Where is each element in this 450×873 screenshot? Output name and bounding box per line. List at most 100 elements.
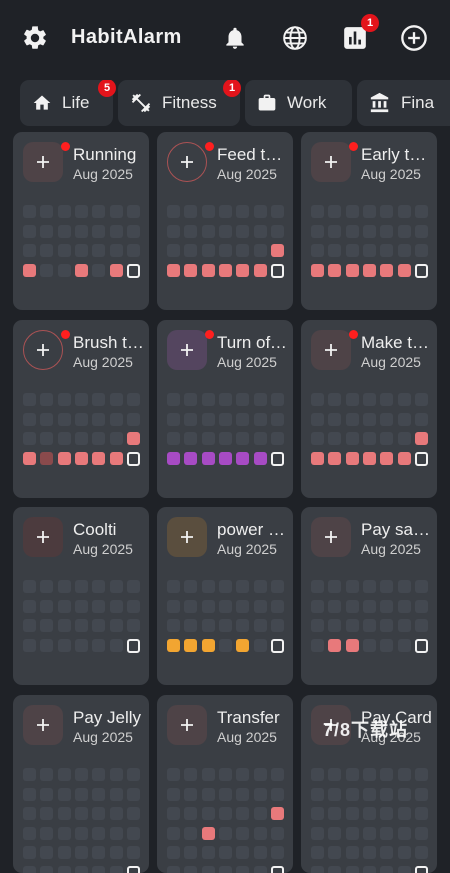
empty-cell: [346, 827, 359, 840]
empty-cell: [23, 580, 36, 593]
empty-cell: [219, 866, 232, 873]
done-cell: [202, 264, 215, 277]
empty-cell: [92, 393, 105, 406]
empty-cell: [58, 205, 71, 218]
settings-gear-icon[interactable]: [19, 22, 51, 54]
habit-card[interactable]: power napAug 2025: [157, 507, 293, 685]
tab-work[interactable]: Work: [245, 80, 352, 126]
habit-card[interactable]: Turn off lightsAug 2025: [157, 320, 293, 498]
empty-cell: [23, 639, 36, 652]
add-check-icon[interactable]: [311, 517, 351, 557]
today-cell: [271, 264, 284, 278]
empty-cell: [75, 827, 88, 840]
empty-cell: [75, 807, 88, 820]
empty-cell: [254, 600, 267, 613]
empty-cell: [58, 264, 71, 277]
empty-cell: [58, 639, 71, 652]
bell-icon[interactable]: [219, 22, 251, 54]
add-check-icon[interactable]: [311, 142, 351, 182]
empty-cell: [110, 827, 123, 840]
empty-cell: [219, 244, 232, 257]
empty-cell: [92, 580, 105, 593]
empty-cell: [363, 432, 376, 445]
empty-cell: [110, 413, 123, 426]
habit-card[interactable]: TransferAug 2025: [157, 695, 293, 873]
empty-cell: [110, 393, 123, 406]
empty-cell: [346, 846, 359, 859]
empty-cell: [40, 393, 53, 406]
empty-cell: [58, 580, 71, 593]
add-circle-icon[interactable]: [398, 22, 430, 54]
empty-cell: [236, 225, 249, 238]
empty-cell: [415, 600, 428, 613]
habit-card[interactable]: Early to bedAug 2025: [301, 132, 437, 310]
tab-life[interactable]: Life 5: [20, 80, 113, 126]
done-cell: [311, 452, 324, 465]
empty-cell: [58, 619, 71, 632]
add-check-icon[interactable]: [167, 517, 207, 557]
empty-cell: [40, 244, 53, 257]
empty-cell: [23, 827, 36, 840]
done-cell: [92, 452, 105, 465]
empty-cell: [254, 639, 267, 652]
empty-cell: [380, 846, 393, 859]
empty-cell: [271, 846, 284, 859]
habit-card[interactable]: RunningAug 2025: [13, 132, 149, 310]
empty-cell: [58, 866, 71, 873]
add-check-icon[interactable]: [23, 330, 63, 370]
empty-cell: [398, 619, 411, 632]
empty-cell: [167, 432, 180, 445]
add-check-icon[interactable]: [167, 142, 207, 182]
empty-cell: [23, 225, 36, 238]
empty-cell: [23, 788, 36, 801]
habit-card[interactable]: Brush teethAug 2025: [13, 320, 149, 498]
habit-title: Make the bed: [361, 333, 433, 353]
habit-card[interactable]: Feed the catAug 2025: [157, 132, 293, 310]
empty-cell: [92, 432, 105, 445]
habit-card[interactable]: CooltiAug 2025: [13, 507, 149, 685]
done-cell: [398, 452, 411, 465]
empty-cell: [202, 393, 215, 406]
reminder-dot: [61, 142, 70, 151]
empty-cell: [363, 807, 376, 820]
empty-cell: [328, 619, 341, 632]
globe-icon[interactable]: [279, 22, 311, 54]
today-cell: [127, 452, 140, 466]
done-cell: [58, 452, 71, 465]
add-check-icon[interactable]: [167, 330, 207, 370]
empty-cell: [127, 788, 140, 801]
empty-cell: [202, 788, 215, 801]
empty-cell: [380, 600, 393, 613]
add-check-icon[interactable]: [311, 330, 351, 370]
add-check-icon[interactable]: [23, 705, 63, 745]
habit-month: Aug 2025: [73, 354, 133, 370]
empty-cell: [127, 846, 140, 859]
empty-cell: [254, 788, 267, 801]
empty-cell: [40, 866, 53, 873]
add-check-icon[interactable]: [23, 142, 63, 182]
empty-cell: [40, 619, 53, 632]
empty-cell: [110, 580, 123, 593]
tab-finance[interactable]: Fina: [357, 80, 450, 126]
habit-card[interactable]: Pay JellyAug 2025: [13, 695, 149, 873]
empty-cell: [202, 619, 215, 632]
empty-cell: [92, 225, 105, 238]
done-cell: [363, 452, 376, 465]
empty-cell: [236, 580, 249, 593]
done-cell: [254, 452, 267, 465]
empty-cell: [346, 205, 359, 218]
habit-card[interactable]: Pay salaryAug 2025: [301, 507, 437, 685]
empty-cell: [58, 600, 71, 613]
tab-fitness[interactable]: Fitness 1: [118, 80, 240, 126]
today-cell: [127, 264, 140, 278]
empty-cell: [110, 807, 123, 820]
empty-cell: [184, 432, 197, 445]
done-cell: [184, 264, 197, 277]
add-check-icon[interactable]: [23, 517, 63, 557]
habit-card[interactable]: Make the bedAug 2025: [301, 320, 437, 498]
add-check-icon[interactable]: [167, 705, 207, 745]
home-icon: [32, 93, 52, 113]
done-cell: [184, 639, 197, 652]
empty-cell: [40, 768, 53, 781]
empty-cell: [380, 580, 393, 593]
